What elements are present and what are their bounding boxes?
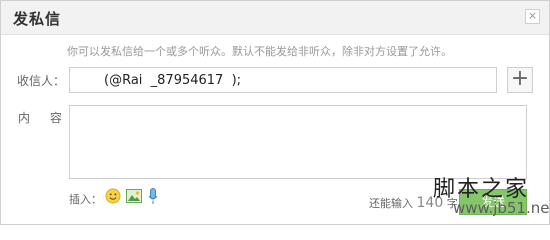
hint-text: 你可以发私信给一个或多个听众。默认不能发给非听众，除非对方设置了允许。 bbox=[67, 45, 452, 58]
dialog-titlebar: 发私信 × bbox=[1, 1, 549, 35]
emoji-icon[interactable] bbox=[105, 188, 121, 204]
add-recipient-button[interactable]: + bbox=[507, 67, 533, 93]
watermark-url: www.jb51.net bbox=[453, 199, 550, 217]
image-icon[interactable] bbox=[126, 189, 142, 203]
content-textarea[interactable] bbox=[69, 105, 527, 179]
recipient-label: 收信人： bbox=[17, 74, 66, 88]
private-message-dialog: 发私信 × 你可以发私信给一个或多个听众。默认不能发给非听众，除非对方设置了允许… bbox=[0, 0, 550, 225]
close-icon[interactable]: × bbox=[525, 9, 540, 24]
microphone-icon[interactable] bbox=[148, 188, 158, 205]
dialog-title: 发私信 bbox=[13, 10, 62, 28]
recipient-value: (@Rai _87954617 ); bbox=[104, 73, 242, 88]
site-watermark: 脚本之家 www.jb51.net bbox=[405, 169, 550, 226]
recipient-input[interactable]: (@Rai _87954617 ); bbox=[69, 67, 497, 93]
insert-label: 插入： bbox=[69, 193, 102, 206]
